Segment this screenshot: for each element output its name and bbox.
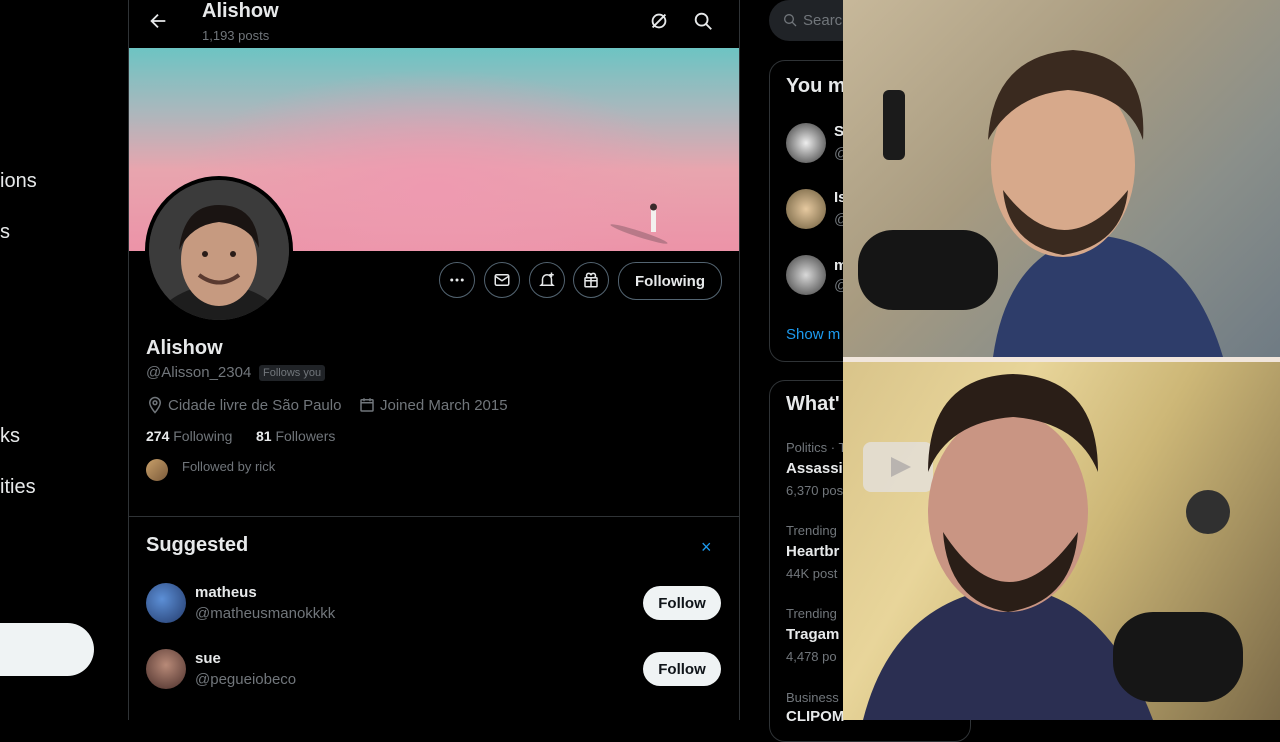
profile-header: Alishow 1,193 posts — [129, 0, 739, 48]
trend-category: Trending — [786, 606, 837, 621]
follows-you-badge: Follows you — [259, 365, 326, 381]
more-options-button[interactable] — [439, 262, 475, 298]
followed-by-text[interactable]: Followed by rick — [182, 459, 275, 474]
suggested-avatar[interactable] — [146, 583, 186, 623]
trend-name[interactable]: CLIPOM — [786, 708, 844, 725]
whats-happening-title: What' — [786, 393, 840, 415]
profile-joined: Joined March 2015 — [358, 396, 508, 414]
calendar-icon — [360, 398, 374, 412]
profile-name: Alishow — [146, 337, 223, 359]
suggested-handle: @matheusmanokkkk — [195, 605, 336, 622]
show-more-link[interactable]: Show m — [786, 326, 840, 343]
followers-stat[interactable]: 81 Followers — [256, 428, 335, 444]
suggested-title: Suggested — [146, 534, 249, 556]
profile-location: Cidade livre de São Paulo — [146, 396, 341, 414]
profile-avatar[interactable] — [145, 176, 293, 324]
following-button[interactable]: Following — [618, 262, 722, 300]
section-divider — [129, 516, 739, 517]
subscribe-button[interactable] — [573, 262, 609, 298]
webcam-feed-top — [843, 0, 1280, 357]
suggested-name[interactable]: sue — [195, 650, 221, 667]
trend-count: 6,370 pos — [786, 483, 844, 498]
header-post-count: 1,193 posts — [202, 28, 270, 43]
nav-item-messages[interactable]: s — [0, 221, 10, 244]
location-text: Cidade livre de São Paulo — [168, 396, 342, 414]
trend-category: Politics · T — [786, 440, 847, 455]
envelope-icon — [494, 274, 510, 286]
following-stat[interactable]: 274 Following — [146, 428, 232, 444]
suggested-handle: @pegueiobeco — [195, 671, 297, 688]
joined-text: Joined March 2015 — [380, 396, 508, 414]
trend-count: 4,478 po — [786, 649, 837, 664]
post-button[interactable] — [0, 623, 94, 676]
followers-count: 81 — [256, 428, 272, 444]
who-avatar[interactable] — [786, 255, 826, 295]
follow-button[interactable]: Follow — [643, 586, 721, 620]
followers-label: Followers — [275, 428, 336, 444]
suggested-avatar[interactable] — [146, 649, 186, 689]
profile-handle: @Alisson_2304 — [146, 364, 252, 381]
trend-name[interactable]: Assassi — [786, 460, 843, 477]
following-count: 274 — [146, 428, 170, 444]
trend-name[interactable]: Heartbr — [786, 543, 839, 560]
who-avatar[interactable] — [786, 123, 826, 163]
bell-plus-icon — [539, 272, 555, 286]
nav-item-notifications[interactable]: ions — [0, 170, 37, 193]
suggested-name[interactable]: matheus — [195, 584, 257, 601]
trend-count: 44K post — [786, 566, 838, 581]
following-label: Following — [173, 428, 233, 444]
notifications-button[interactable] — [529, 262, 565, 298]
back-arrow-icon[interactable] — [147, 10, 169, 32]
more-dots-icon — [450, 278, 464, 282]
follow-button[interactable]: Follow — [643, 652, 721, 686]
search-icon[interactable] — [692, 10, 714, 32]
trend-category: Business — [786, 690, 839, 705]
close-suggested-icon[interactable]: × — [701, 537, 712, 558]
profile-column: Alishow 1,193 posts Following Alishow @A… — [128, 0, 740, 720]
grok-icon[interactable] — [648, 10, 670, 32]
nav-item-communities[interactable]: ities — [0, 476, 36, 499]
trend-category: Trending — [786, 523, 837, 538]
who-avatar[interactable] — [786, 189, 826, 229]
search-icon — [784, 14, 797, 27]
webcam-feed-bottom — [843, 362, 1280, 720]
followed-by-avatar[interactable] — [146, 459, 168, 481]
nav-item-bookmarks[interactable]: ks — [0, 425, 20, 448]
location-pin-icon — [148, 396, 162, 414]
trend-name[interactable]: Tragam — [786, 626, 839, 643]
who-to-follow-title: You m — [786, 75, 846, 97]
gift-icon — [584, 272, 598, 288]
message-button[interactable] — [484, 262, 520, 298]
header-title: Alishow — [202, 0, 279, 22]
